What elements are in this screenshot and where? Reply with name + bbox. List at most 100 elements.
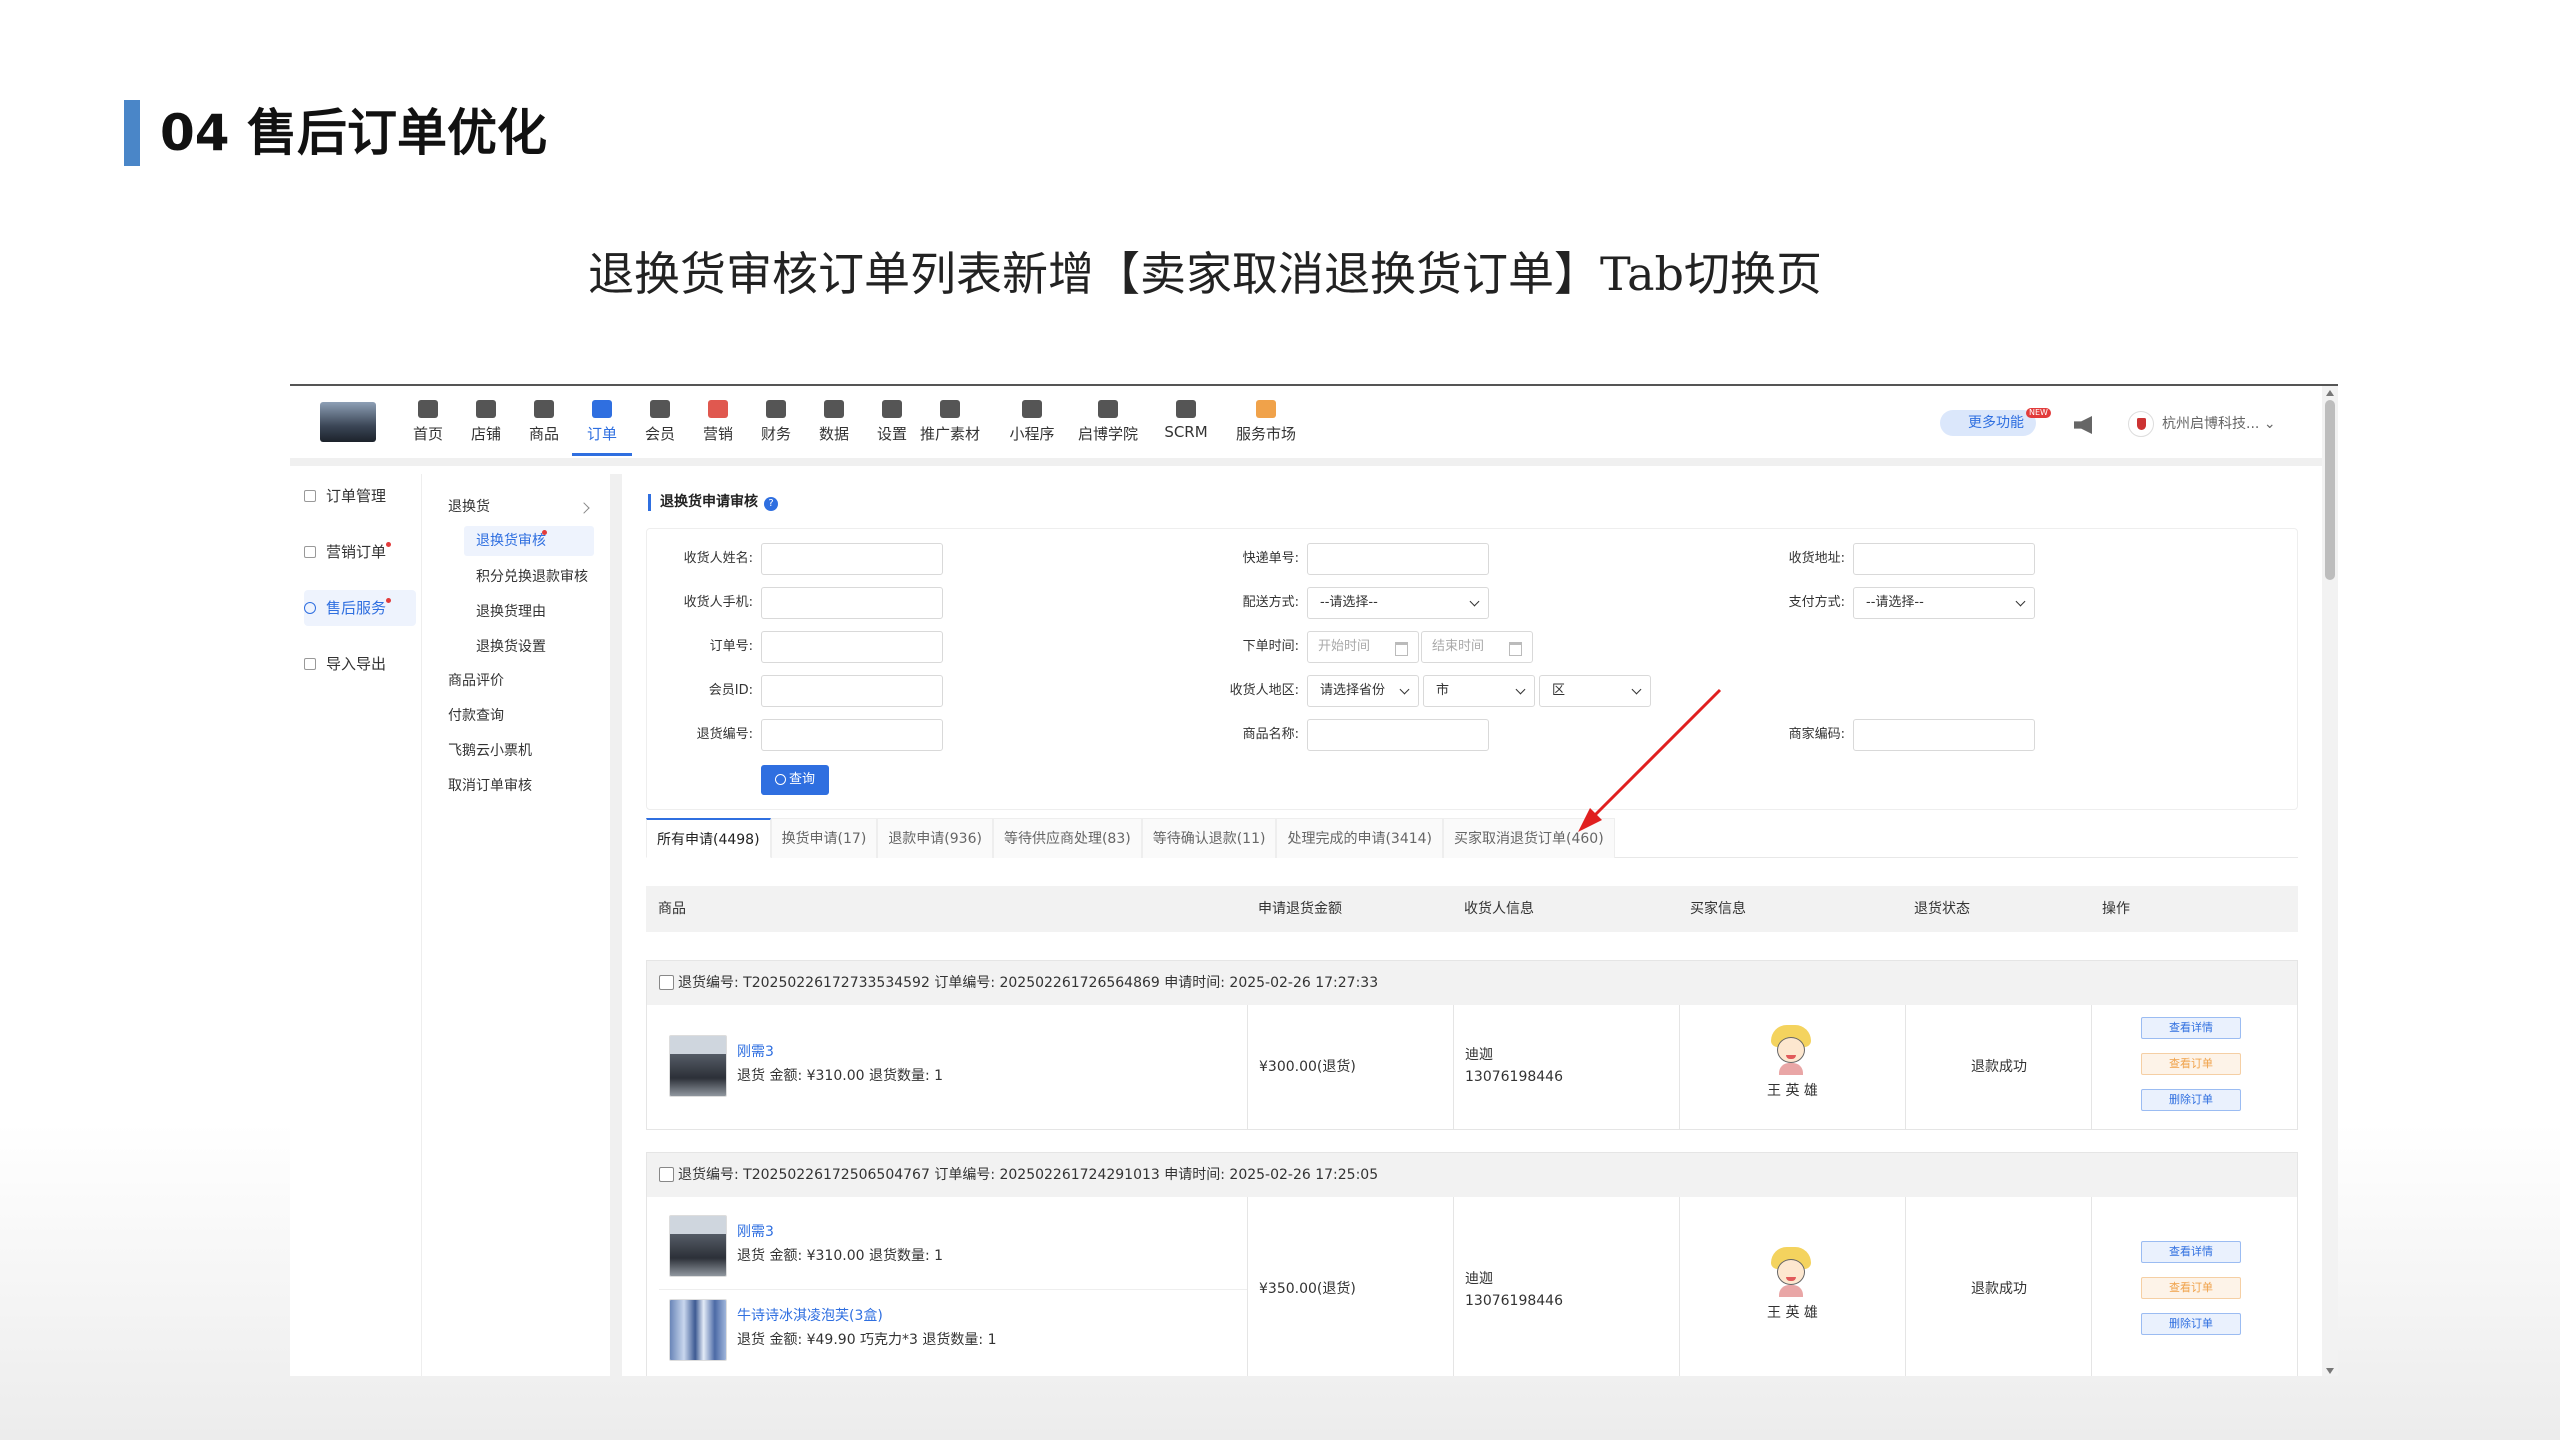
receiver-phone-input[interactable] bbox=[761, 587, 943, 619]
company-switcher[interactable]: 杭州启博科技... ⌄ bbox=[2128, 410, 2276, 438]
district-select[interactable]: 区 bbox=[1539, 675, 1651, 707]
order-header-text: 退货编号: T20250226172506504767 订单编号: 202502… bbox=[678, 1167, 1379, 1183]
merchant-code-label: 商家编码: bbox=[1788, 727, 1845, 742]
view-order-button[interactable]: 查看订单 bbox=[2141, 1277, 2241, 1299]
nav-item-academy[interactable]: 启博学院 bbox=[1073, 396, 1143, 456]
sidebar-item-cancel-review[interactable]: 取消订单审核 bbox=[448, 771, 532, 801]
help-icon[interactable]: ? bbox=[764, 497, 778, 511]
chevron-right-icon[interactable] bbox=[578, 502, 590, 514]
delivery-select[interactable]: --请选择-- bbox=[1307, 587, 1489, 619]
view-detail-button[interactable]: 查看详情 bbox=[2141, 1241, 2241, 1263]
nav-item-label: 首页 bbox=[412, 425, 443, 443]
nav-item-store[interactable]: 店铺 bbox=[456, 396, 516, 456]
receiver-name-input[interactable] bbox=[761, 543, 943, 575]
product-thumbnail[interactable] bbox=[669, 1215, 727, 1277]
speaker-icon[interactable] bbox=[2074, 416, 2092, 434]
delete-order-button[interactable]: 删除订单 bbox=[2141, 1089, 2241, 1111]
express-no-input[interactable] bbox=[1307, 543, 1489, 575]
sidebar-group-returns[interactable]: 退换货 bbox=[448, 492, 490, 522]
sidebar-item-points-refund-review[interactable]: 积分兑换退款审核 bbox=[476, 562, 588, 592]
sidebar-item-payment-query[interactable]: 付款查询 bbox=[448, 701, 504, 731]
title-accent-bar bbox=[124, 100, 140, 166]
express-no-label: 快递单号: bbox=[1242, 551, 1299, 566]
sidebar-item-return-settings[interactable]: 退换货设置 bbox=[476, 632, 546, 662]
sidebar-item-return-reasons[interactable]: 退换货理由 bbox=[476, 597, 546, 627]
view-order-button[interactable]: 查看订单 bbox=[2141, 1053, 2241, 1075]
goods-name-input[interactable] bbox=[1307, 719, 1489, 751]
tab-4[interactable]: 等待确认退款(11) bbox=[1141, 818, 1277, 858]
scrollbar-thumb[interactable] bbox=[2325, 400, 2335, 580]
store-logo[interactable] bbox=[320, 402, 376, 442]
nav-item-label: 数据 bbox=[818, 425, 849, 443]
province-select[interactable]: 请选择省份 bbox=[1307, 675, 1419, 707]
nav-item-scrm[interactable]: SCRM bbox=[1151, 396, 1221, 456]
order-header-text: 退货编号: T20250226172733534592 订单编号: 202502… bbox=[678, 975, 1379, 991]
scroll-up-icon[interactable] bbox=[2326, 390, 2334, 396]
scroll-down-icon[interactable] bbox=[2326, 1368, 2334, 1374]
academy-icon bbox=[1098, 400, 1118, 418]
nav-item-finance[interactable]: 财务 bbox=[746, 396, 806, 456]
nav-item-settings[interactable]: 设置 bbox=[862, 396, 922, 456]
goods-name-label: 商品名称: bbox=[1242, 727, 1299, 742]
store-icon bbox=[476, 400, 496, 418]
city-select[interactable]: 市 bbox=[1423, 675, 1535, 707]
sidebar-item-goods-reviews[interactable]: 商品评价 bbox=[448, 666, 504, 696]
tab-6[interactable]: 买家取消退货订单(460) bbox=[1443, 818, 1615, 858]
nav-item-market[interactable]: 服务市场 bbox=[1231, 396, 1301, 456]
more-features-button[interactable]: 更多功能 bbox=[1940, 410, 2036, 436]
sidebar-item-receipt-printer[interactable]: 飞鹅云小票机 bbox=[448, 736, 532, 766]
nav-item-marketing[interactable]: 营销 bbox=[688, 396, 748, 456]
sidebar-item-order-management[interactable]: 订单管理 bbox=[304, 478, 416, 514]
nav-item-miniapp[interactable]: 小程序 bbox=[1002, 396, 1062, 456]
product-thumbnail[interactable] bbox=[669, 1299, 727, 1361]
nav-item-order[interactable]: 订单 bbox=[572, 396, 632, 456]
scrm-icon bbox=[1176, 400, 1196, 418]
nav-item-share[interactable]: 推广素材 bbox=[915, 396, 985, 456]
order-checkbox[interactable] bbox=[659, 1167, 674, 1182]
tab-5[interactable]: 处理完成的申请(3414) bbox=[1276, 818, 1444, 858]
tab-1[interactable]: 换货申请(17) bbox=[770, 818, 878, 858]
sidebar-item-after-sales[interactable]: 售后服务 bbox=[304, 590, 416, 626]
product-meta: 退货 金额: ¥49.90 巧克力*3 退货数量: 1 bbox=[737, 1332, 997, 1348]
member-id-input[interactable] bbox=[761, 675, 943, 707]
product-name-link[interactable]: 牛诗诗冰淇凌泡芙(3盒) bbox=[737, 1305, 883, 1325]
sidebar-item-return-review[interactable]: 退换货审核 bbox=[464, 526, 594, 556]
start-time-input[interactable]: 开始时间 bbox=[1307, 631, 1419, 663]
sidebar-item-import-export[interactable]: 导入导出 bbox=[304, 646, 416, 682]
sidebar-item-marketing-orders[interactable]: 营销订单 bbox=[304, 534, 416, 570]
product-meta: 退货 金额: ¥310.00 退货数量: 1 bbox=[737, 1248, 944, 1264]
product-name-link[interactable]: 刚需3 bbox=[737, 1041, 774, 1061]
top-navigation: 首页 店铺 商品 订单 会员 营销 财务 数据 设置 推广素材 小程序 启博学院 SCRM 服务市场 更多… bbox=[290, 386, 2322, 466]
view-detail-button[interactable]: 查看详情 bbox=[2141, 1017, 2241, 1039]
nav-item-goods[interactable]: 商品 bbox=[514, 396, 574, 456]
tab-3[interactable]: 等待供应商处理(83) bbox=[992, 818, 1142, 858]
nav-item-home[interactable]: 首页 bbox=[398, 396, 458, 456]
nav-item-data[interactable]: 数据 bbox=[804, 396, 864, 456]
end-time-input[interactable]: 结束时间 bbox=[1421, 631, 1533, 663]
list-icon bbox=[304, 546, 316, 558]
product-name-link[interactable]: 刚需3 bbox=[737, 1221, 774, 1241]
return-no-input[interactable] bbox=[761, 719, 943, 751]
product-thumbnail[interactable] bbox=[669, 1035, 727, 1097]
order-no-input[interactable] bbox=[761, 631, 943, 663]
receiver-address-input[interactable] bbox=[1853, 543, 2035, 575]
tab-0[interactable]: 所有申请(4498) bbox=[646, 818, 771, 858]
receiver-name: 迪迦 bbox=[1465, 1047, 1493, 1063]
query-button[interactable]: 查询 bbox=[761, 765, 829, 795]
product-meta: 退货 金额: ¥310.00 退货数量: 1 bbox=[737, 1068, 944, 1084]
main-content: 退换货申请审核? 收货人姓名: 快递单号: 收货地址: 收货人手机: 配送方式:… bbox=[622, 474, 2322, 1376]
status-text: 退款成功 bbox=[1971, 1281, 2027, 1297]
order-checkbox[interactable] bbox=[659, 975, 674, 990]
tab-2[interactable]: 退款申请(936) bbox=[877, 818, 993, 858]
merchant-code-input[interactable] bbox=[1853, 719, 2035, 751]
nav-item-label: 小程序 bbox=[1009, 425, 1055, 443]
payment-select[interactable]: --请选择-- bbox=[1853, 587, 2035, 619]
delete-order-button[interactable]: 删除订单 bbox=[2141, 1313, 2241, 1335]
nav-item-label: 设置 bbox=[876, 425, 907, 443]
column-header: 退货状态 bbox=[1914, 901, 1970, 917]
new-badge: NEW bbox=[2026, 408, 2051, 418]
service-icon bbox=[304, 602, 316, 614]
receiver-name: 迪迦 bbox=[1465, 1271, 1493, 1287]
vertical-scrollbar[interactable] bbox=[2322, 386, 2338, 1376]
nav-item-member[interactable]: 会员 bbox=[630, 396, 690, 456]
